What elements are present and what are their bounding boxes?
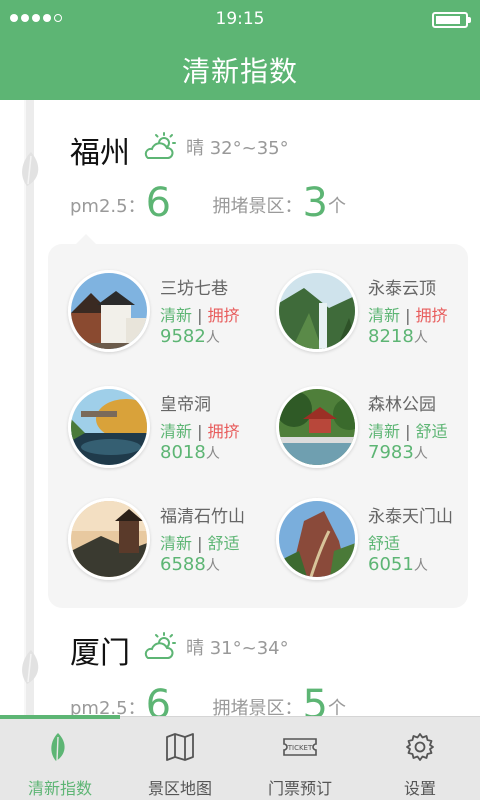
visitor-count: 8018人 bbox=[160, 442, 220, 463]
crowd-status: 拥挤 bbox=[207, 306, 240, 325]
pm25-label: pm2.5： bbox=[70, 196, 146, 217]
crowd-status: 舒适 bbox=[368, 534, 401, 553]
congested-value: 3 bbox=[302, 180, 328, 226]
spot-status: 清新 | 拥挤 bbox=[368, 306, 448, 325]
weather-info: 晴 32°~35° bbox=[142, 132, 289, 162]
crowd-status: 拥挤 bbox=[207, 422, 240, 441]
crowd-status: 舒适 bbox=[207, 534, 240, 553]
spot-photo bbox=[68, 386, 150, 468]
spot-item[interactable]: 福清石竹山 清新 | 舒适 6588人 bbox=[68, 498, 268, 588]
spot-item[interactable]: 三坊七巷 清新 | 拥挤 9582人 bbox=[68, 270, 268, 360]
visitor-count: 6588人 bbox=[160, 554, 220, 575]
weather-text: 晴 31°~34° bbox=[186, 638, 289, 659]
timeline-leaf-icon bbox=[22, 152, 39, 186]
battery-icon bbox=[432, 12, 471, 28]
spot-name: 三坊七巷 bbox=[160, 279, 228, 299]
spot-name: 永泰云顶 bbox=[368, 279, 436, 299]
pm25-value: 6 bbox=[145, 180, 172, 226]
visitor-count: 9582人 bbox=[160, 326, 220, 347]
congested-unit: 个 bbox=[327, 196, 346, 217]
spot-item[interactable]: 皇帝洞 清新 | 拥挤 8018人 bbox=[68, 386, 268, 476]
partly-sunny-icon bbox=[144, 132, 176, 159]
air-status: 清新 bbox=[368, 306, 401, 325]
air-status: 清新 bbox=[368, 422, 401, 441]
crowd-status: 拥挤 bbox=[415, 306, 448, 325]
air-status: 清新 bbox=[160, 422, 193, 441]
crowd-status: 舒适 bbox=[415, 422, 448, 441]
timeline-leaf-icon bbox=[22, 650, 39, 684]
gear-icon bbox=[406, 733, 434, 761]
bottom-tab-bar: 清新指数 景区地图 TICKET 门票预订 设置 bbox=[0, 715, 480, 800]
tab-label: 清新指数 bbox=[27, 779, 92, 798]
map-icon bbox=[166, 733, 194, 761]
status-time: 19:15 bbox=[215, 9, 265, 29]
tab-fresh-index[interactable]: 清新指数 bbox=[0, 717, 120, 800]
scenic-spots-card: 三坊七巷 清新 | 拥挤 9582人 永泰云顶 清新 | 拥挤 8218人 皇帝… bbox=[48, 234, 468, 608]
air-status: 清新 bbox=[160, 534, 193, 553]
page-title: 清新指数 bbox=[181, 55, 298, 88]
air-status: 清新 bbox=[160, 306, 193, 325]
svg-text:TICKET: TICKET bbox=[287, 744, 313, 752]
visitor-count: 7983人 bbox=[368, 442, 428, 463]
tab-scenic-map[interactable]: 景区地图 bbox=[120, 717, 240, 800]
tab-ticket-booking[interactable]: TICKET 门票预订 bbox=[240, 717, 360, 800]
visitor-count: 6051人 bbox=[368, 554, 428, 575]
status-bar: 19:15 bbox=[0, 0, 480, 40]
visitor-count: 8218人 bbox=[368, 326, 428, 347]
spot-status: 舒适 bbox=[368, 530, 400, 554]
spot-status: 清新 | 舒适 bbox=[368, 422, 448, 441]
spot-photo bbox=[276, 386, 358, 468]
spot-status: 清新 | 拥挤 bbox=[160, 306, 240, 325]
spot-status: 清新 | 舒适 bbox=[160, 534, 240, 553]
spot-name: 森林公园 bbox=[368, 395, 436, 415]
tab-label: 景区地图 bbox=[147, 779, 212, 798]
spot-photo bbox=[276, 270, 358, 352]
spot-name: 永泰天门山 bbox=[368, 507, 453, 527]
spot-name: 皇帝洞 bbox=[160, 395, 211, 415]
spot-name: 福清石竹山 bbox=[160, 507, 245, 527]
spot-photo bbox=[68, 498, 150, 580]
spot-photo bbox=[68, 270, 150, 352]
ticket-icon: TICKET bbox=[283, 738, 317, 756]
tab-label: 设置 bbox=[403, 779, 436, 798]
weather-info: 晴 31°~34° bbox=[142, 632, 289, 662]
partly-sunny-icon bbox=[144, 632, 176, 659]
spot-photo bbox=[276, 498, 358, 580]
weather-text: 晴 32°~35° bbox=[186, 138, 289, 159]
spot-status: 清新 | 拥挤 bbox=[160, 422, 240, 441]
congested-label: 拥堵景区： bbox=[212, 196, 303, 217]
city-stats: pm2.5：6 拥堵景区：3个 bbox=[70, 180, 346, 226]
city-name[interactable]: 厦门 bbox=[70, 628, 130, 672]
spot-item[interactable]: 永泰云顶 清新 | 拥挤 8218人 bbox=[276, 270, 476, 360]
tab-settings[interactable]: 设置 bbox=[360, 717, 480, 800]
tab-label: 门票预订 bbox=[267, 779, 332, 798]
leaf-icon bbox=[51, 733, 65, 762]
spot-item[interactable]: 永泰天门山 舒适 6051人 bbox=[276, 498, 476, 588]
spot-item[interactable]: 森林公园 清新 | 舒适 7983人 bbox=[276, 386, 476, 476]
timeline-rail bbox=[24, 100, 34, 720]
city-name[interactable]: 福州 bbox=[70, 128, 130, 172]
app-header: 19:15 清新指数 bbox=[0, 0, 480, 100]
